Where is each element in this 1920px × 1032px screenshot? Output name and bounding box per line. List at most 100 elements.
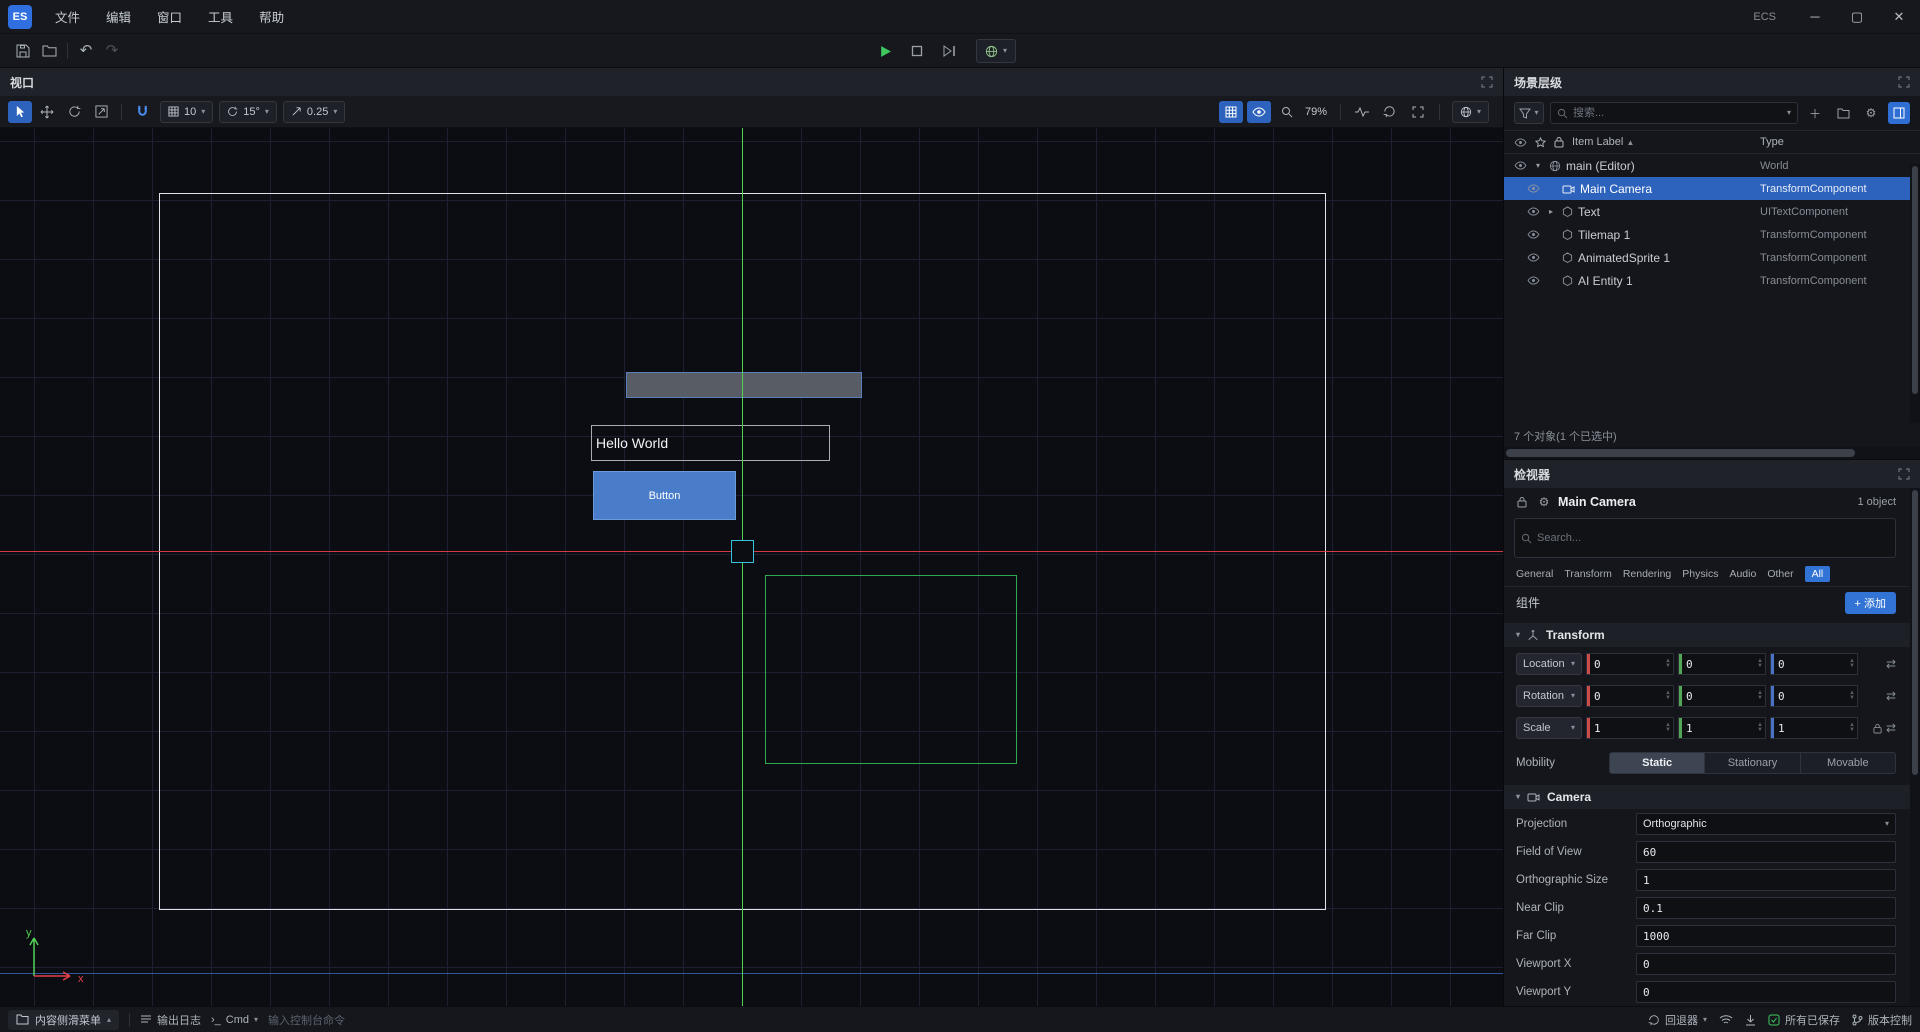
eye-icon[interactable]: [1527, 184, 1540, 193]
save-status[interactable]: 所有已保存: [1768, 1012, 1840, 1028]
play-button[interactable]: [872, 38, 898, 64]
scale-mode-dropdown[interactable]: Scale▾: [1516, 717, 1582, 739]
viewport-world-dropdown[interactable]: ▾: [1452, 101, 1489, 123]
tab-all[interactable]: All: [1805, 566, 1831, 582]
projection-select[interactable]: Orthographic ▾: [1636, 813, 1896, 835]
undo-icon[interactable]: ↶: [73, 38, 99, 64]
eye-icon[interactable]: [1527, 207, 1540, 216]
sync-icon[interactable]: ⇄: [1886, 689, 1896, 703]
fullscreen-icon[interactable]: [1406, 101, 1430, 123]
origin-handle[interactable]: [731, 540, 754, 563]
stop-button[interactable]: [904, 38, 930, 64]
filter-button[interactable]: ▾: [1514, 102, 1544, 124]
expand-caret-icon[interactable]: ▾: [1532, 161, 1544, 170]
scale-x-field[interactable]: ▲▼: [1586, 717, 1674, 739]
lock-icon[interactable]: [1514, 491, 1530, 513]
field-of-view-input[interactable]: [1636, 841, 1896, 863]
new-folder-button[interactable]: [1832, 102, 1854, 124]
add-component-button[interactable]: + 添加: [1845, 592, 1896, 614]
location-x-field[interactable]: ▲▼: [1586, 653, 1674, 675]
mobility-stationary[interactable]: Stationary: [1705, 753, 1800, 773]
run-target-dropdown[interactable]: ▾: [976, 39, 1016, 63]
menu-file[interactable]: 文件: [42, 0, 93, 33]
inspector-search[interactable]: [1514, 518, 1896, 558]
text-object[interactable]: Hello World: [591, 425, 830, 461]
zoom-icon[interactable]: [1275, 101, 1299, 123]
reset-view-icon[interactable]: [1378, 101, 1402, 123]
tab-physics[interactable]: Physics: [1682, 568, 1718, 580]
mobility-movable[interactable]: Movable: [1801, 753, 1895, 773]
maximize-button[interactable]: ▢: [1836, 0, 1878, 34]
add-entity-button[interactable]: ＋: [1804, 102, 1826, 124]
scale-snap-dropdown[interactable]: 0.25 ▾: [283, 101, 345, 123]
content-drawer-button[interactable]: 内容侧滑菜单 ▴: [8, 1010, 119, 1030]
visibility-column-icon[interactable]: [1514, 138, 1527, 147]
tab-general[interactable]: General: [1516, 568, 1553, 580]
gear-icon[interactable]: ⚙: [1536, 491, 1552, 513]
viewport-y-input[interactable]: [1636, 981, 1896, 1003]
rotation-z-field[interactable]: ▲▼: [1770, 685, 1858, 707]
rollback-dropdown[interactable]: 回退器 ▾: [1648, 1012, 1707, 1028]
inspector-search-input[interactable]: [1537, 532, 1889, 544]
scale-z-field[interactable]: ▲▼: [1770, 717, 1858, 739]
expand-panel-icon[interactable]: [1898, 468, 1910, 480]
menu-window[interactable]: 窗口: [144, 0, 195, 33]
console-command-input[interactable]: 输入控制台命令: [268, 1012, 345, 1028]
scale-y-field[interactable]: ▲▼: [1678, 717, 1766, 739]
table-row-selected[interactable]: Main Camera TransformComponent: [1504, 177, 1920, 200]
collapse-caret-icon[interactable]: ▸: [1545, 207, 1557, 216]
item-label-column[interactable]: Item Label ▲: [1572, 136, 1634, 148]
table-row[interactable]: AI Entity 1 TransformComponent: [1504, 269, 1920, 292]
show-grid-toggle[interactable]: [1219, 101, 1243, 123]
open-folder-icon[interactable]: [36, 38, 62, 64]
hierarchy-vscrollbar[interactable]: [1910, 164, 1920, 423]
visibility-toggle[interactable]: [1247, 101, 1271, 123]
lock-column-icon[interactable]: [1554, 136, 1564, 148]
orthographic-size-input[interactable]: [1636, 869, 1896, 891]
save-icon[interactable]: [10, 38, 36, 64]
snap-toggle-icon[interactable]: [130, 101, 154, 123]
table-row[interactable]: ▸ Text UITextComponent: [1504, 200, 1920, 223]
type-column[interactable]: Type: [1760, 136, 1784, 148]
inspector-vscrollbar[interactable]: [1910, 488, 1920, 1006]
output-log-button[interactable]: 输出日志: [140, 1012, 201, 1028]
eye-icon[interactable]: [1527, 276, 1540, 285]
location-z-field[interactable]: ▲▼: [1770, 653, 1858, 675]
cmd-dropdown[interactable]: ›_ Cmd ▾: [211, 1014, 258, 1026]
network-icon[interactable]: [1719, 1014, 1733, 1025]
select-tool[interactable]: [8, 101, 32, 123]
favorite-column-icon[interactable]: [1535, 137, 1546, 148]
angle-snap-dropdown[interactable]: 15° ▾: [219, 101, 277, 123]
rotation-mode-dropdown[interactable]: Rotation▾: [1516, 685, 1582, 707]
grid-snap-dropdown[interactable]: 10 ▾: [160, 101, 213, 123]
rotation-x-field[interactable]: ▲▼: [1586, 685, 1674, 707]
zoom-level[interactable]: 79%: [1305, 106, 1327, 118]
sync-icon[interactable]: ⇄: [1886, 657, 1896, 671]
tab-transform[interactable]: Transform: [1564, 568, 1611, 580]
hierarchy-search[interactable]: ▾: [1550, 102, 1798, 124]
move-tool[interactable]: [35, 101, 59, 123]
panel-layout-toggle[interactable]: [1888, 102, 1910, 124]
expand-panel-icon[interactable]: [1481, 76, 1493, 88]
menu-help[interactable]: 帮助: [246, 0, 297, 33]
hierarchy-search-input[interactable]: [1573, 107, 1782, 119]
table-row[interactable]: ▾ main (Editor) World: [1504, 154, 1920, 177]
camera-section-header[interactable]: ▾ Camera: [1504, 784, 1920, 810]
location-mode-dropdown[interactable]: Location▾: [1516, 653, 1582, 675]
scale-tool[interactable]: [89, 101, 113, 123]
download-icon[interactable]: [1745, 1014, 1756, 1026]
expand-panel-icon[interactable]: [1898, 76, 1910, 88]
scene-canvas[interactable]: Hello World Button y x: [0, 128, 1503, 1006]
eye-icon[interactable]: [1527, 230, 1540, 239]
eye-icon[interactable]: [1514, 161, 1527, 170]
table-row[interactable]: AnimatedSprite 1 TransformComponent: [1504, 246, 1920, 269]
location-y-field[interactable]: ▲▼: [1678, 653, 1766, 675]
menu-edit[interactable]: 编辑: [93, 0, 144, 33]
minimize-button[interactable]: ─: [1794, 0, 1836, 34]
tab-rendering[interactable]: Rendering: [1623, 568, 1671, 580]
viewport-x-input[interactable]: [1636, 953, 1896, 975]
step-button[interactable]: [936, 38, 962, 64]
tab-audio[interactable]: Audio: [1729, 568, 1756, 580]
menu-tools[interactable]: 工具: [195, 0, 246, 33]
rotation-y-field[interactable]: ▲▼: [1678, 685, 1766, 707]
